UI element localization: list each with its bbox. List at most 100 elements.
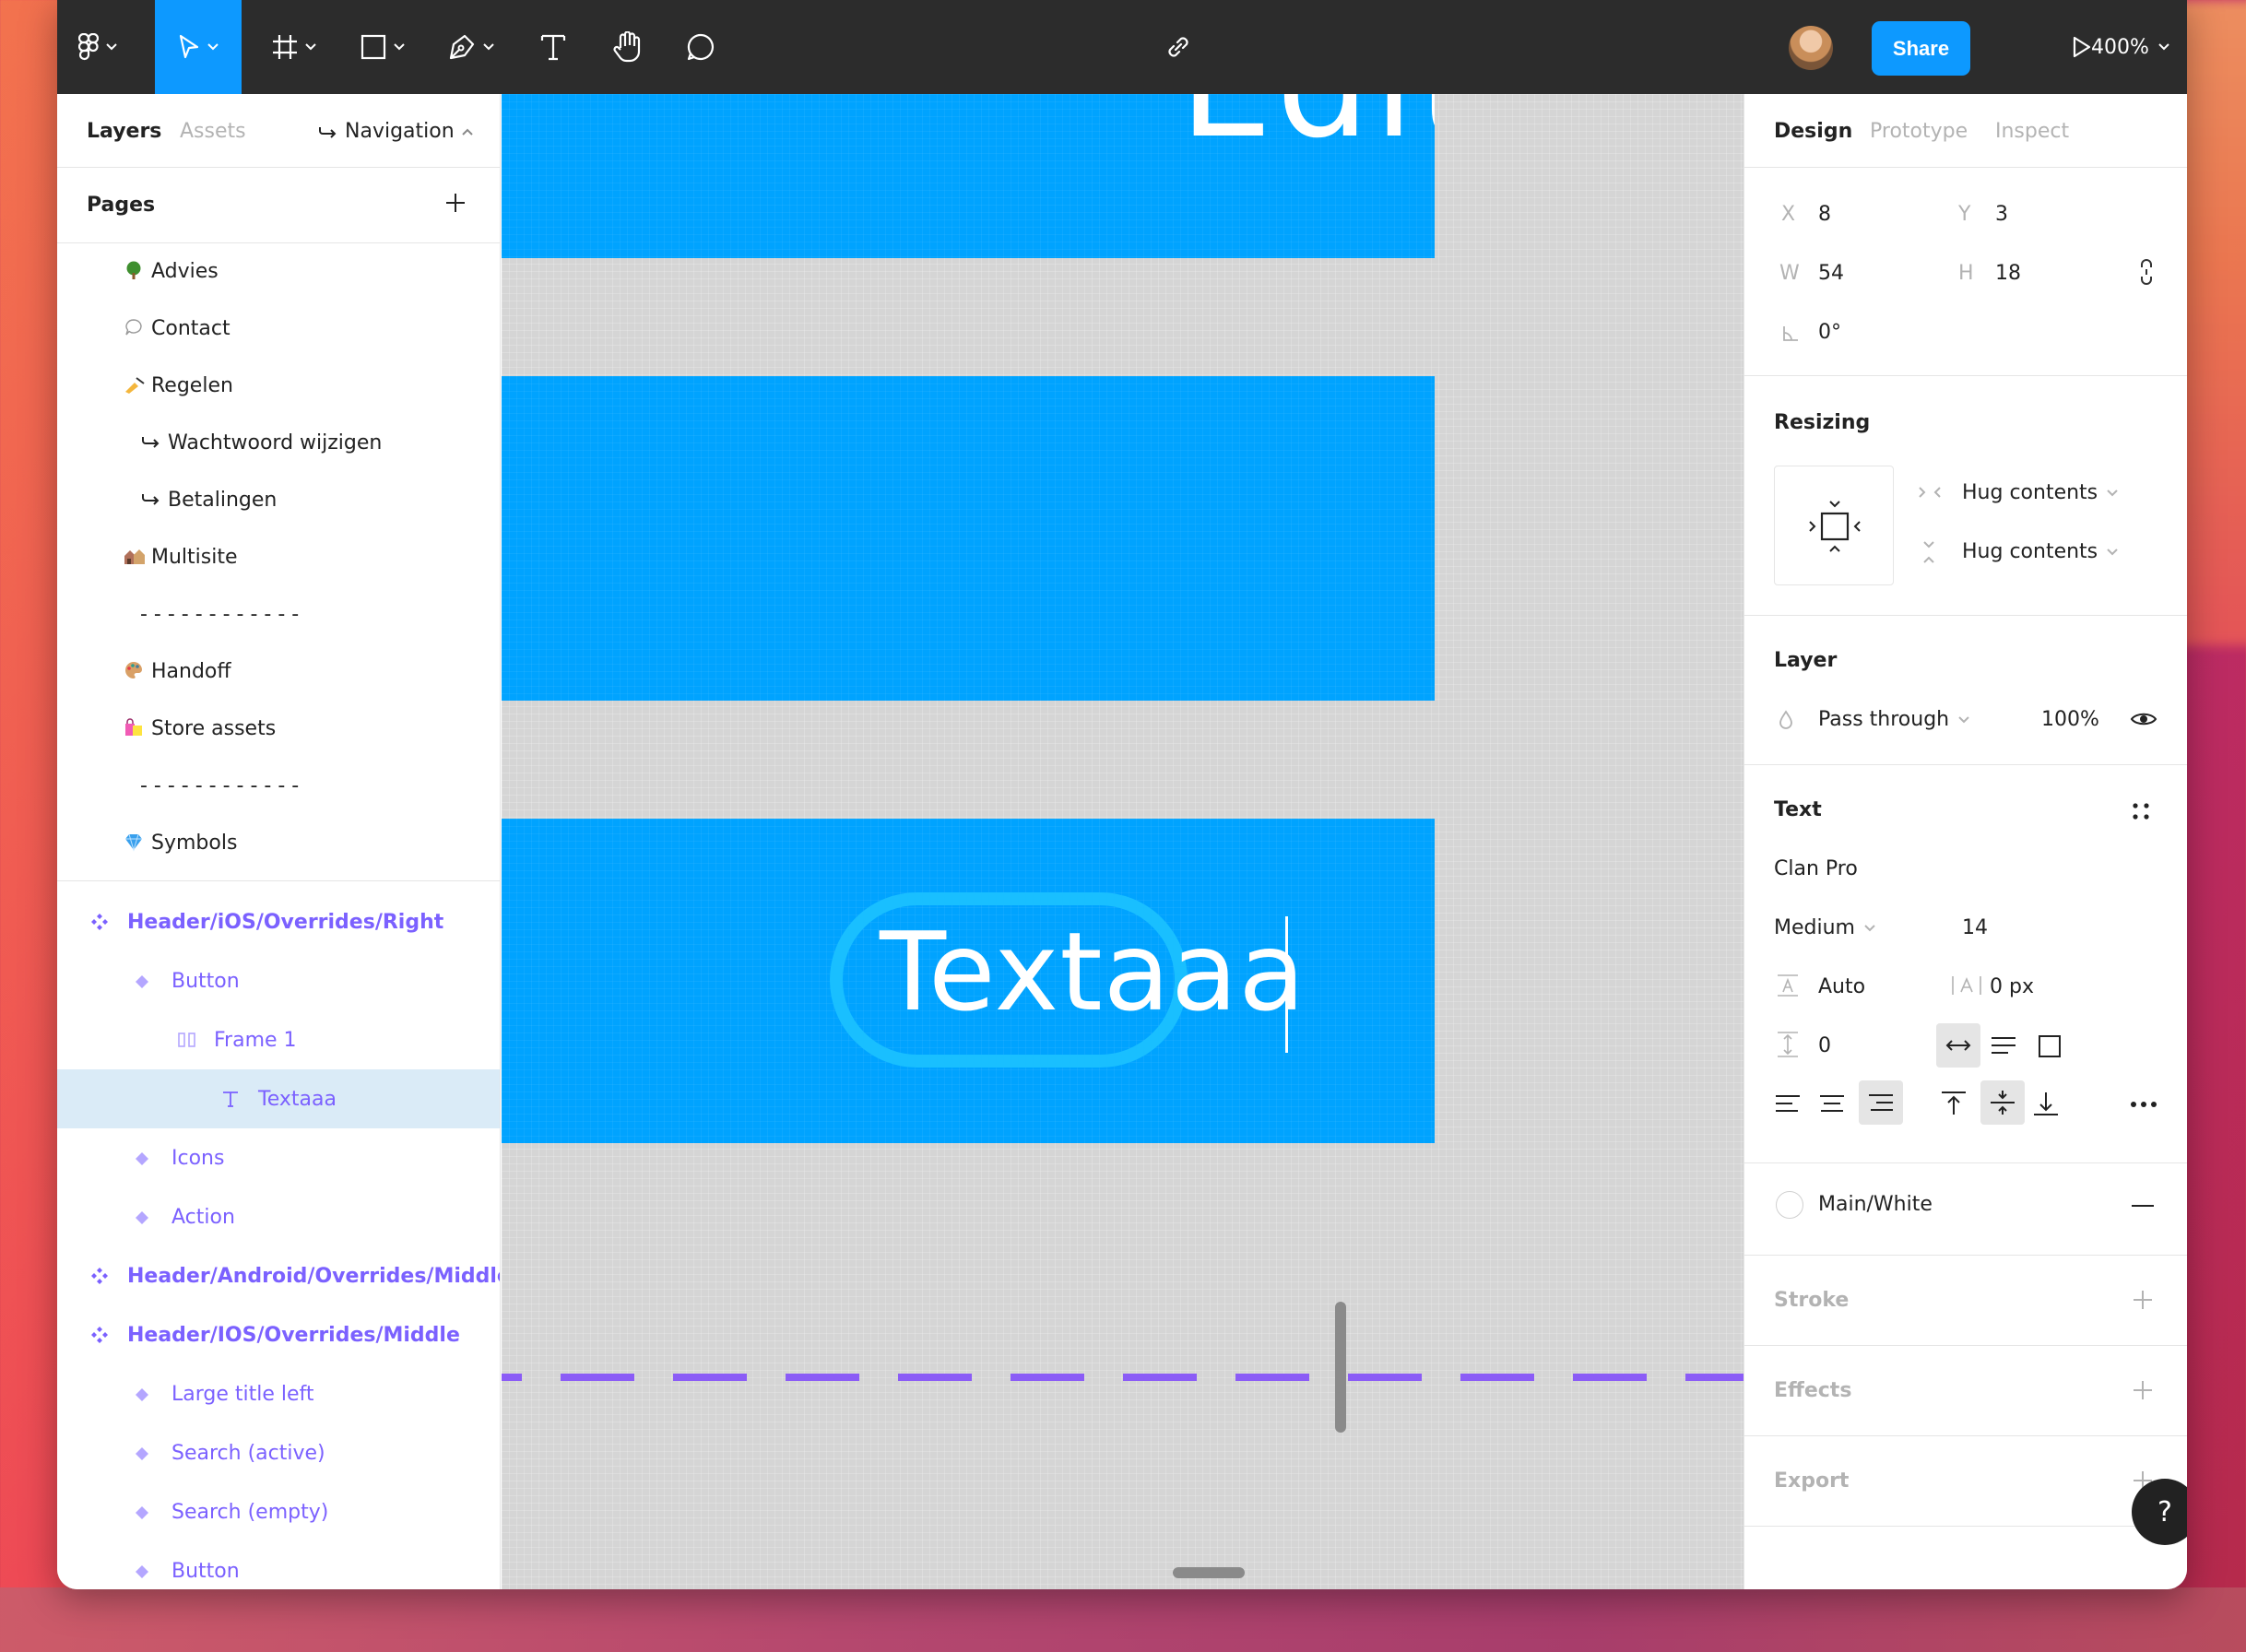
align-top-icon[interactable] xyxy=(1940,1090,1968,1117)
layer-row[interactable]: Header/iOS/Overrides/Right xyxy=(57,892,500,951)
text-tool-button[interactable] xyxy=(527,0,579,94)
fill-style-name[interactable]: Main/White xyxy=(1818,1193,1933,1216)
instance-icon xyxy=(135,1562,149,1585)
font-weight-dropdown[interactable]: Medium xyxy=(1774,916,1875,939)
layer-row[interactable]: Textaaa xyxy=(57,1069,500,1128)
tab-layers[interactable]: Layers xyxy=(87,120,161,143)
page-item[interactable]: Betalingen xyxy=(57,472,500,527)
rotation-input[interactable]: 0° xyxy=(1818,321,1841,344)
instance-icon xyxy=(135,1208,149,1231)
pages-header: Pages xyxy=(57,168,500,243)
vertical-resizing-value: Hug contents xyxy=(1962,540,2098,563)
page-item[interactable]: Wachtwoord wijzigen xyxy=(57,415,500,470)
layer-label: Header/IOS/Overrides/Middle xyxy=(127,1323,460,1347)
navigation-dropdown[interactable]: Navigation xyxy=(317,120,473,143)
page-item[interactable]: Multisite xyxy=(57,529,500,584)
user-avatar[interactable] xyxy=(1789,26,1833,70)
constrain-proportions-icon[interactable] xyxy=(2139,258,2154,286)
blend-mode-dropdown[interactable]: Pass through xyxy=(1818,708,1969,731)
opacity-input[interactable]: 100% xyxy=(2041,708,2099,731)
align-center-icon[interactable] xyxy=(1818,1093,1846,1114)
pen-tool-button[interactable] xyxy=(439,0,503,94)
chevron-up-icon xyxy=(461,128,473,136)
layer-row[interactable]: Action xyxy=(57,1187,500,1246)
layer-row[interactable]: Button xyxy=(57,1541,500,1589)
layer-row[interactable]: Header/IOS/Overrides/Middle xyxy=(57,1305,500,1364)
vertical-scrollbar[interactable] xyxy=(1335,1302,1346,1433)
layer-row[interactable]: Large title left xyxy=(57,1364,500,1423)
paragraph-spacing-input[interactable]: 0 xyxy=(1818,1034,1831,1057)
figma-menu-button[interactable] xyxy=(57,0,138,94)
horizontal-scrollbar[interactable] xyxy=(1173,1567,1245,1578)
letter-spacing-input[interactable]: 0 px xyxy=(1990,975,2034,998)
middle-frame[interactable] xyxy=(502,376,1435,701)
line-height-icon xyxy=(1778,974,1798,997)
layer-row[interactable]: Frame 1 xyxy=(57,1010,500,1069)
share-button[interactable]: Share xyxy=(1872,21,1970,76)
more-options-icon[interactable] xyxy=(2130,1101,2157,1108)
tab-design[interactable]: Design xyxy=(1774,120,1852,143)
layer-row[interactable]: Header/Android/Overrides/Middle xyxy=(57,1246,500,1305)
page-item-label: Wachtwoord wijzigen xyxy=(168,431,383,454)
font-family-dropdown[interactable]: Clan Pro xyxy=(1774,857,1858,880)
fill-swatch[interactable] xyxy=(1776,1191,1803,1219)
add-page-icon[interactable] xyxy=(444,192,467,214)
align-middle-toggle[interactable] xyxy=(1980,1080,2025,1125)
layer-row[interactable]: Search (active) xyxy=(57,1423,500,1482)
zoom-dropdown[interactable]: 400% xyxy=(2091,0,2169,94)
line-height-input[interactable]: Auto xyxy=(1818,975,1865,998)
pages-title: Pages xyxy=(87,194,156,217)
tab-prototype[interactable]: Prototype xyxy=(1870,120,1968,143)
header-frame[interactable]: Textaaa xyxy=(502,819,1435,1143)
link-arrow-icon xyxy=(319,126,337,138)
page-item[interactable]: Handoff xyxy=(57,643,500,699)
height-input[interactable]: 18 xyxy=(1995,262,2021,285)
layer-row[interactable]: Button xyxy=(57,951,500,1010)
page-item[interactable]: Store assets xyxy=(57,701,500,756)
page-item[interactable]: Advies xyxy=(57,243,500,299)
comment-tool-button[interactable] xyxy=(675,0,727,94)
text-styles-grid-icon[interactable] xyxy=(2130,800,2152,822)
hand-tool-button[interactable] xyxy=(601,0,653,94)
align-right-toggle[interactable] xyxy=(1859,1080,1903,1125)
page-item[interactable]: Contact xyxy=(57,301,500,356)
add-stroke-icon[interactable] xyxy=(2132,1289,2154,1311)
top-frame-text[interactable]: Edit xyxy=(1179,94,1435,159)
eye-icon[interactable] xyxy=(2130,710,2157,728)
shape-tool-button[interactable] xyxy=(350,0,415,94)
layer-row[interactable]: Icons xyxy=(57,1128,500,1187)
horizontal-resizing-dropdown[interactable]: Hug contents xyxy=(1962,481,2118,504)
horizontal-resizing-value: Hug contents xyxy=(1962,481,2098,504)
align-bottom-icon[interactable] xyxy=(2032,1090,2060,1117)
remove-fill-icon[interactable] xyxy=(2132,1204,2154,1208)
text-layer-icon xyxy=(221,1090,240,1114)
chevron-down-icon xyxy=(207,43,219,51)
font-size-input[interactable]: 14 xyxy=(1962,916,1988,939)
x-input[interactable]: 8 xyxy=(1818,203,1831,226)
tab-inspect[interactable]: Inspect xyxy=(1995,120,2069,143)
frame-tool-button[interactable] xyxy=(262,0,326,94)
component-icon xyxy=(90,1267,109,1291)
top-frame[interactable]: Edit xyxy=(502,94,1435,258)
auto-width-toggle[interactable] xyxy=(1936,1023,1980,1068)
tab-assets[interactable]: Assets xyxy=(180,120,246,143)
copy-link-button[interactable] xyxy=(1153,0,1204,94)
page-item[interactable]: - - - - - - - - - - - - xyxy=(57,586,500,642)
vertical-resizing-dropdown[interactable]: Hug contents xyxy=(1962,540,2118,563)
align-left-icon[interactable] xyxy=(1774,1093,1802,1114)
page-item[interactable]: - - - - - - - - - - - - xyxy=(57,758,500,813)
auto-width-icon xyxy=(1945,1040,1971,1051)
move-tool-button[interactable] xyxy=(155,0,242,94)
add-effect-icon[interactable] xyxy=(2132,1379,2154,1401)
page-item[interactable]: Symbols xyxy=(57,815,500,870)
page-item[interactable]: Regelen xyxy=(57,358,500,413)
auto-height-icon[interactable] xyxy=(1990,1036,2017,1056)
layer-row[interactable]: Search (empty) xyxy=(57,1482,500,1541)
chevron-down-icon xyxy=(305,43,316,51)
y-input[interactable]: 3 xyxy=(1995,203,2008,226)
resizing-preview xyxy=(1774,466,1894,585)
editing-text-layer[interactable]: Textaaa xyxy=(880,912,1306,1032)
width-input[interactable]: 54 xyxy=(1818,262,1844,285)
canvas[interactable]: Edit Textaaa xyxy=(502,94,1744,1589)
fixed-size-icon[interactable] xyxy=(2038,1034,2062,1058)
